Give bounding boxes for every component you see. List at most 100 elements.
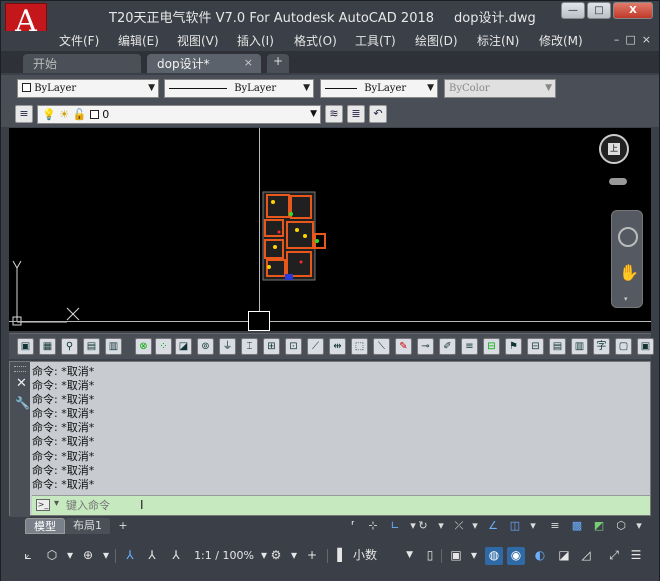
menu-file[interactable]: 文件(F) <box>59 32 99 49</box>
circle-device-icon[interactable]: ⊗ <box>135 338 152 355</box>
plus-icon[interactable]: + <box>303 547 321 565</box>
ortho-icon[interactable]: ∟ <box>387 518 403 534</box>
lineweight-dropdown[interactable]: ByLayer ▼ <box>320 79 438 98</box>
doc-minimize-button[interactable]: – <box>614 33 620 46</box>
menu-draw[interactable]: 绘图(D) <box>415 32 458 49</box>
color-dropdown[interactable]: ByLayer ▼ <box>17 79 159 98</box>
dynamic-ucs-icon[interactable]: ⟀ <box>19 547 37 565</box>
navbar-options-icon[interactable]: ▾ <box>624 295 628 303</box>
osnap-icon[interactable]: ◫ <box>507 518 523 534</box>
menu-tools[interactable]: 工具(T) <box>355 32 396 49</box>
linetype-dropdown[interactable]: ByLayer ▼ <box>164 79 314 98</box>
lineweight-icon[interactable]: ≡ <box>547 518 563 534</box>
chevron-down-icon[interactable]: ▾ <box>631 518 647 534</box>
legend-icon[interactable]: ▤ <box>549 338 566 355</box>
3d-osnap-icon[interactable]: ⬡ <box>613 518 629 534</box>
viewcube-top-face[interactable]: 上 <box>608 143 620 155</box>
tab-layout1[interactable]: 布局1 <box>65 518 110 534</box>
wrench-icon[interactable]: 🔧 <box>15 396 30 410</box>
annotation-scale-value[interactable]: 1:1 / 100% <box>189 547 259 565</box>
chevron-down-icon[interactable]: ▾ <box>54 498 59 509</box>
device-table-icon[interactable]: ⊟ <box>483 338 500 355</box>
green-pen-icon[interactable]: ✐ <box>439 338 456 355</box>
palette-icon[interactable]: ◪ <box>555 547 573 565</box>
connect-icon[interactable]: ⊸ <box>417 338 434 355</box>
quick-properties-icon[interactable]: ▯ <box>421 547 439 565</box>
command-window-handle[interactable]: ✕ 🔧 <box>10 362 30 517</box>
drawing-canvas[interactable]: 上 ✋ ▾ <box>9 128 651 331</box>
doc-close-button[interactable]: × <box>642 33 651 46</box>
tag-icon[interactable]: ⚑ <box>505 338 522 355</box>
red-pen-icon[interactable]: ✎ <box>395 338 412 355</box>
viewcube-wcs-menu[interactable] <box>609 178 627 185</box>
chevron-down-icon[interactable]: ▾ <box>285 547 303 565</box>
table-icon[interactable]: ▤ <box>83 338 100 355</box>
polar-icon[interactable]: ↻ <box>415 518 431 534</box>
make-current-layer-icon[interactable]: ≋ <box>325 105 343 123</box>
annotation-visibility-icon[interactable]: ⅄ <box>121 547 139 565</box>
dimension-grid-icon[interactable]: ⊞ <box>263 338 280 355</box>
node-icon[interactable]: ⊚ <box>197 338 214 355</box>
hardware-acceleration-icon[interactable]: ◉ <box>507 547 525 565</box>
command-prompt-icon[interactable]: >_ <box>36 499 50 511</box>
gizmo-icon[interactable]: ⊕ <box>79 547 97 565</box>
chevron-down-icon[interactable]: ▾ <box>467 518 483 534</box>
layer-dropdown[interactable]: 💡 ☀ 🔓 0 ▼ <box>37 105 321 124</box>
schedule-icon[interactable]: ▥ <box>571 338 588 355</box>
select-window-icon[interactable]: ⬚ <box>351 338 368 355</box>
isodraft-icon[interactable]: ⤫ <box>451 518 467 534</box>
save-icon[interactable]: ▣ <box>17 338 34 355</box>
selection-cycling-icon[interactable]: ◩ <box>591 518 607 534</box>
workspace-gear-icon[interactable]: ⚙ <box>267 547 285 565</box>
minimize-button[interactable]: — <box>561 2 585 19</box>
grid-icon[interactable]: ▦ <box>39 338 56 355</box>
annotation-scale-icon[interactable]: ⅄ <box>167 547 185 565</box>
grid-snap-icon[interactable]: ⸢ <box>345 518 361 534</box>
ground-icon[interactable]: ⏚ <box>219 338 236 355</box>
clean-screen-globe-icon[interactable]: ◐ <box>531 547 549 565</box>
diagonal-line-icon[interactable]: ⟍ <box>373 338 390 355</box>
chevron-down-icon[interactable]: ▾ <box>61 547 79 565</box>
doc-restore-button[interactable]: □ <box>625 33 635 46</box>
menu-dimension[interactable]: 标注(N) <box>477 32 519 49</box>
snap-cross-icon[interactable]: ⊹ <box>365 518 381 534</box>
new-tab-button[interactable]: + <box>267 54 289 73</box>
tab-model[interactable]: 模型 <box>25 518 65 534</box>
text-icon[interactable]: 字 <box>593 338 610 355</box>
frame-icon[interactable]: ⊡ <box>285 338 302 355</box>
close-icon[interactable]: ✕ <box>16 376 27 391</box>
units-dropdown[interactable]: 小数 ▼ <box>349 547 413 565</box>
layout-icon[interactable]: ▥ <box>105 338 122 355</box>
transparency-icon[interactable]: ▩ <box>569 518 585 534</box>
auto-scale-icon[interactable]: ⅄ <box>143 547 161 565</box>
fullscreen-icon[interactable]: ⤢ <box>605 547 623 565</box>
tab-start[interactable]: 开始 <box>23 54 141 73</box>
tab-dop-design[interactable]: dop设计* × <box>147 54 261 73</box>
grip-icon[interactable] <box>14 366 26 372</box>
isolate-objects-icon[interactable]: ◍ <box>485 547 503 565</box>
layer-previous-icon[interactable]: ↶ <box>369 105 387 123</box>
chevron-down-icon[interactable]: ▾ <box>465 547 483 565</box>
chevron-down-icon[interactable]: ▾ <box>525 518 541 534</box>
quad-lamp-icon[interactable]: ⁘ <box>155 338 172 355</box>
add-layout-button[interactable]: + <box>115 518 131 534</box>
wire-icon[interactable]: ⟋ <box>307 338 324 355</box>
menu-format[interactable]: 格式(O) <box>294 32 337 49</box>
link-icon[interactable]: ⚲ <box>61 338 78 355</box>
pan-hand-icon[interactable]: ✋ <box>619 263 639 282</box>
tab-close-icon[interactable]: × <box>244 56 253 69</box>
steeringwheel-icon[interactable] <box>618 227 638 247</box>
menu-insert[interactable]: 插入(I) <box>237 32 274 49</box>
close-button[interactable]: X <box>613 2 653 19</box>
filter-icon[interactable]: ⬡ <box>43 547 61 565</box>
graph-icon[interactable]: ◿ <box>577 547 595 565</box>
lock-ui-icon[interactable]: ▣ <box>447 547 465 565</box>
report-icon[interactable]: ▣ <box>637 338 654 355</box>
viewcube[interactable]: 上 <box>599 134 629 164</box>
layer-match-icon[interactable]: ≣ <box>347 105 365 123</box>
object-track-icon[interactable]: ∠ <box>485 518 501 534</box>
double-ground-icon[interactable]: ⌶ <box>241 338 258 355</box>
plotstyle-dropdown[interactable]: ByColor ▼ <box>444 79 556 98</box>
equal-lines-icon[interactable]: ≡ <box>461 338 478 355</box>
horizontal-dim-icon[interactable]: ⇹ <box>329 338 346 355</box>
